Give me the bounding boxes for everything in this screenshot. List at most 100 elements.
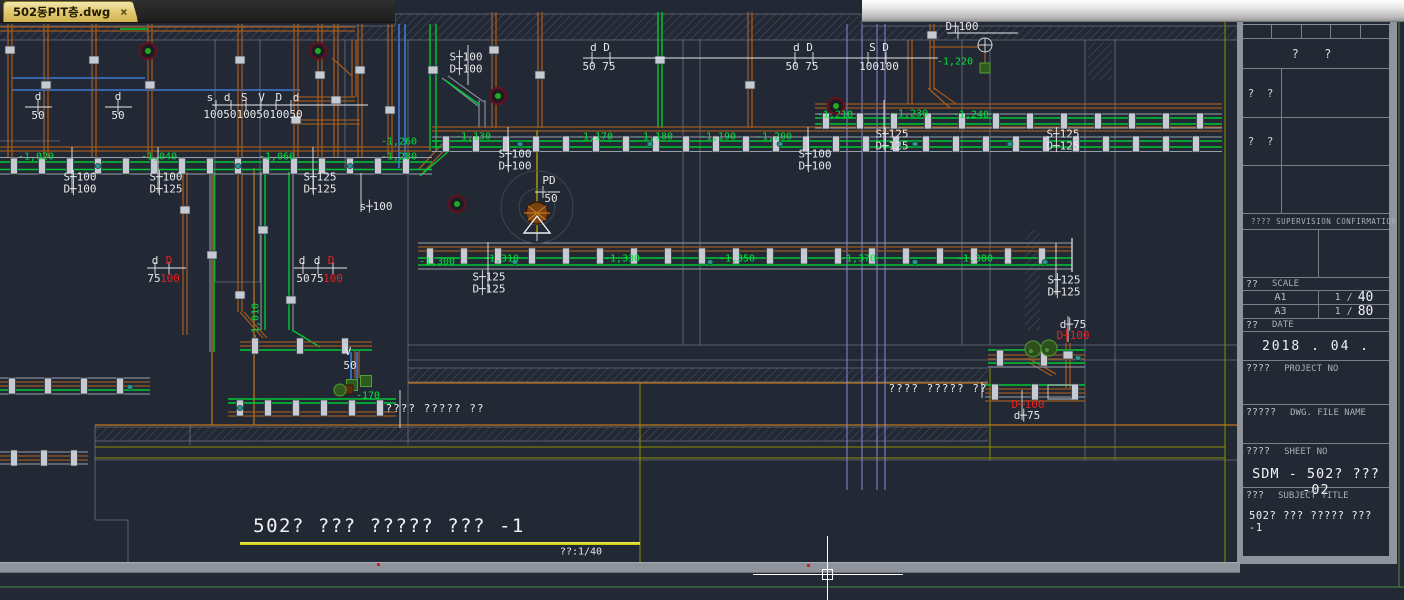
canvas-label: D┼100 [945,21,978,33]
canvas-label: D┼100 [1011,399,1044,411]
canvas-label: S D [869,42,889,54]
canvas-label: 75 [310,273,323,285]
canvas-label: -1,010 [250,303,261,339]
drawing-title: 502? ??? ????? ??? -1 [253,515,525,537]
scrollbar-marker [807,564,810,567]
scale-note: ??:1/40 [560,547,602,558]
canvas-label: -1,310 [483,253,519,264]
canvas-label: 50 [544,193,557,205]
canvas-label: 100 [323,273,343,285]
file-tab-title: 502동PIT층.dwg [13,4,110,20]
crosshair-cursor [827,536,828,600]
canvas-label: -1,130 [455,131,491,142]
scrollbar-marker [377,563,380,566]
canvas-label: 50 [343,360,356,372]
canvas-label: s d S V D d [207,92,302,104]
canvas-label: ???? ????? ?? [385,403,484,415]
canvas-label: -1,370 [840,253,876,264]
canvas-label: -1,190 [700,131,736,142]
canvas-label: D [328,255,335,267]
drawing-labels: d 50 d 50 s d S V D d 100501005010050 S┼100 D┼… [0,0,1404,600]
canvas-label: d┼75 [1014,410,1041,422]
signature-row: ? ? [1243,118,1389,166]
title-block: ? ? ? ? ? ? ???? SUPERVISION CONFIRMATIO… [1243,24,1390,558]
scale-row-a3: A3 1 / 80 [1243,305,1389,319]
canvas-label: ???? ????? ?? [888,383,987,395]
subject-title-value: 502? ??? ????? ??? -1 [1249,510,1389,534]
top-right-panel [862,0,1404,22]
sheet-row: ????SHEET NO SDM - 502? ??? -02 [1243,444,1389,488]
cad-application-window: d 50 d 50 s d S V D d 100501005010050 S┼100 D┼… [0,0,1404,600]
crosshair-pickbox [822,569,833,580]
canvas-label: S┼100 D┼100 [449,52,482,77]
title-underline [240,542,640,545]
horizontal-scrollbar[interactable] [0,562,1240,573]
canvas-label: -1,230 [892,108,928,119]
canvas-label: 50 [296,273,309,285]
canvas-label: D [166,255,173,267]
canvas-label: -1,380 [957,253,993,264]
canvas-label: d [299,255,306,267]
canvas-label: -1,220 [937,56,973,67]
canvas-label: -1,040 [141,151,177,162]
canvas-label: S┼100 D┼100 [63,172,96,197]
canvas-label: V [345,346,352,358]
canvas-label: PD [542,175,555,187]
cad-drawing[interactable] [0,0,1404,600]
canvas-label: -1,240 [953,109,989,120]
project-row: ????PROJECT NO [1243,361,1389,405]
canvas-label: -1,280 [381,151,417,162]
canvas-label: S┼100 D┼100 [798,149,831,174]
scale-row-a1: A1 1 / 40 [1243,291,1389,305]
subject-row: ???SUBJECT TITLE 502? ??? ????? ??? -1 [1243,488,1389,557]
canvas-label: 50 [111,110,124,122]
canvas-label: -1,300 [419,256,455,267]
confirmation-boxes [1243,230,1389,278]
canvas-label: s┼100 [359,201,392,213]
file-tab-bar: 502동PIT층.dwg × [0,0,395,23]
canvas-label: d [35,91,42,103]
canvas-label: -1,210 [817,109,853,120]
canvas-label: -1,020 [18,151,54,162]
canvas-label: 50 75 [785,61,818,73]
canvas-label: S┼125 D┼125 [875,129,908,154]
canvas-label: S┼100 D┼125 [149,172,182,197]
canvas-label: -1,260 [381,136,417,147]
supervision-label: ???? SUPERVISION CONFIRMATION [1243,214,1389,230]
canvas-label: S┼125 D┼125 [472,272,505,297]
canvas-label: 50 75 [582,61,615,73]
canvas-label: 75 [147,273,160,285]
canvas-label: S┼125 D┼125 [303,172,336,197]
canvas-label: -1,180 [637,131,673,142]
canvas-label: 50 [31,110,44,122]
canvas-label: S┼100 D┼100 [498,149,531,174]
canvas-label: -1,200 [756,131,792,142]
title-block-cells [1243,25,1389,39]
canvas-label: 100 [160,273,180,285]
signature-row: ? ? [1243,69,1389,118]
canvas-label: -1,060 [259,151,295,162]
canvas-label: d┼75 [1060,319,1087,331]
canvas-label: d [314,255,321,267]
signature-row [1243,166,1389,214]
canvas-label: -1,350 [719,253,755,264]
canvas-label: S┼125 D┼125 [1046,129,1079,154]
file-row: ?????DWG. FILE NAME [1243,405,1389,444]
file-tab[interactable]: 502동PIT층.dwg × [3,1,138,22]
canvas-label: 100100 [859,61,899,73]
canvas-label: -1,170 [577,131,613,142]
title-block-bottom-border [1243,556,1397,564]
canvas-label: -170 [356,390,380,401]
canvas-label: D┼100 [1056,330,1089,342]
date-value: 2018 . 04 . [1243,332,1389,361]
canvas-label: d D [793,42,813,54]
canvas-label: 100501005010050 [203,109,302,121]
title-block-header: ? ? [1243,39,1389,69]
canvas-label: d [152,255,159,267]
tab-close-icon[interactable]: × [120,6,127,18]
date-header: ??DATE [1243,319,1389,332]
canvas-label: d D [590,42,610,54]
canvas-label: d [115,91,122,103]
canvas-label: -1,330 [604,253,640,264]
canvas-label: S┼125 D┼125 [1047,275,1080,300]
